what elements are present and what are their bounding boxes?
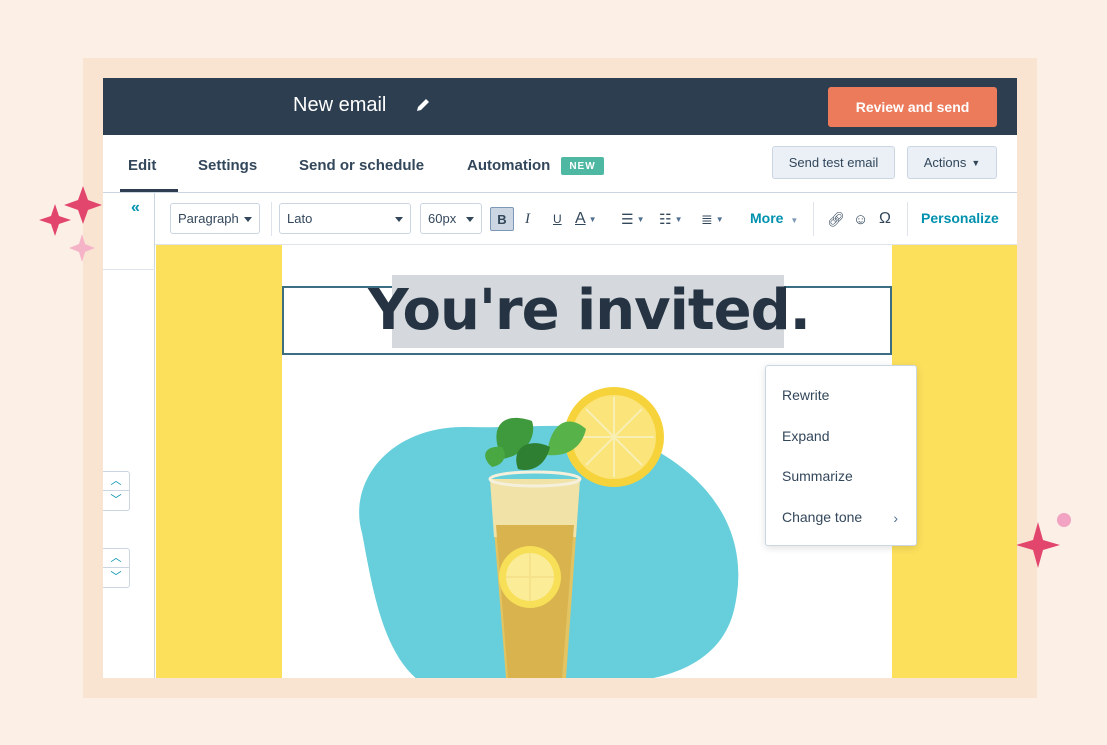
email-title[interactable]: New email — [293, 94, 386, 117]
active-tab-indicator — [120, 189, 178, 192]
chevron-down-icon[interactable]: ﹀ — [103, 568, 129, 587]
tab-send-or-schedule[interactable]: Send or schedule — [299, 157, 424, 174]
pencil-icon[interactable] — [414, 96, 432, 114]
chevron-up-icon[interactable]: ︿ — [103, 472, 129, 491]
link-icon[interactable]: 🔗︎ — [827, 207, 845, 231]
personalize-button[interactable]: Personalize — [921, 210, 999, 226]
actions-label: Actions — [923, 155, 967, 170]
sparkle-icon — [1016, 513, 1071, 568]
email-editor-app: New email Review and send Edit Settings … — [103, 78, 1017, 678]
sparkle-icon — [39, 186, 102, 262]
send-test-email-button[interactable]: Send test email — [772, 146, 895, 179]
font-size-select[interactable]: 60px — [420, 203, 482, 234]
heading-module[interactable]: You're invited. — [282, 275, 892, 355]
actions-button[interactable]: Actions ▼ — [907, 146, 997, 179]
numbered-list-button[interactable]: ≣ ▼ — [701, 207, 724, 231]
font-family-select[interactable]: Lato — [279, 203, 411, 234]
ai-assist-menu: Rewrite Expand Summarize Change tone › — [765, 365, 917, 546]
font-family-value: Lato — [287, 211, 313, 226]
chevron-down-icon[interactable]: ﹀ — [103, 491, 129, 510]
caret-down-icon — [395, 217, 403, 222]
reorder-stepper[interactable]: ︿ ﹀ — [103, 548, 130, 588]
bulleted-list-button[interactable]: ☷ ▼ — [659, 207, 682, 231]
divider — [813, 202, 814, 236]
divider — [103, 269, 155, 270]
reorder-stepper[interactable]: ︿ ﹀ — [103, 471, 130, 511]
tab-settings[interactable]: Settings — [198, 157, 257, 174]
menu-item-change-tone[interactable]: Change tone — [782, 509, 862, 525]
caret-down-icon — [466, 217, 474, 222]
top-bar: New email Review and send — [103, 78, 1017, 135]
font-size-value: 60px — [428, 211, 457, 226]
special-character-icon[interactable]: Ω — [879, 207, 891, 231]
caret-down-icon: ▼ — [636, 214, 645, 224]
underline-button[interactable]: U — [553, 207, 562, 231]
chevron-up-icon[interactable]: ︿ — [103, 549, 129, 568]
review-and-send-button[interactable]: Review and send — [828, 87, 997, 127]
formatting-toolbar: Paragraph Lato 60px B I U A ▼ ☰ ▼ ☷ ▼ ≣ … — [155, 193, 1017, 245]
menu-item-expand[interactable]: Expand — [782, 428, 829, 444]
tab-edit[interactable]: Edit — [128, 157, 156, 174]
tab-automation[interactable]: Automation — [467, 157, 550, 174]
divider — [907, 202, 908, 236]
bulleted-list-icon: ☷ — [659, 210, 672, 227]
caret-down-icon: ▼ — [588, 214, 597, 224]
tabs-bar: Edit Settings Send or schedule Automatio… — [103, 135, 1017, 193]
align-button[interactable]: ☰ ▼ — [621, 207, 644, 231]
email-heading[interactable]: You're invited. — [284, 276, 894, 346]
align-icon: ☰ — [621, 210, 634, 227]
caret-down-icon: ▼ — [971, 157, 981, 168]
emoji-icon[interactable]: ☺ — [853, 207, 868, 231]
caret-down-icon: ▼ — [790, 216, 799, 225]
menu-item-rewrite[interactable]: Rewrite — [782, 387, 829, 403]
caret-down-icon: ▼ — [674, 214, 683, 224]
divider — [271, 202, 272, 236]
text-color-icon: A — [575, 210, 586, 227]
chevron-right-icon: › — [893, 510, 898, 526]
italic-button[interactable]: I — [525, 207, 530, 231]
more-button[interactable]: More ▼ — [750, 210, 798, 226]
menu-item-summarize[interactable]: Summarize — [782, 468, 853, 484]
paragraph-style-value: Paragraph — [178, 211, 239, 226]
caret-down-icon: ▼ — [715, 214, 724, 224]
collapse-panel-icon[interactable]: « — [131, 199, 140, 217]
left-panel: « ︿ ﹀ ︿ ﹀ — [103, 193, 155, 678]
new-badge: NEW — [561, 157, 604, 175]
more-label: More — [750, 210, 784, 226]
text-color-button[interactable]: A ▼ — [575, 207, 597, 231]
paragraph-style-select[interactable]: Paragraph — [170, 203, 260, 234]
numbered-list-icon: ≣ — [701, 210, 713, 227]
caret-down-icon — [244, 217, 252, 222]
bold-button[interactable]: B — [490, 207, 514, 231]
